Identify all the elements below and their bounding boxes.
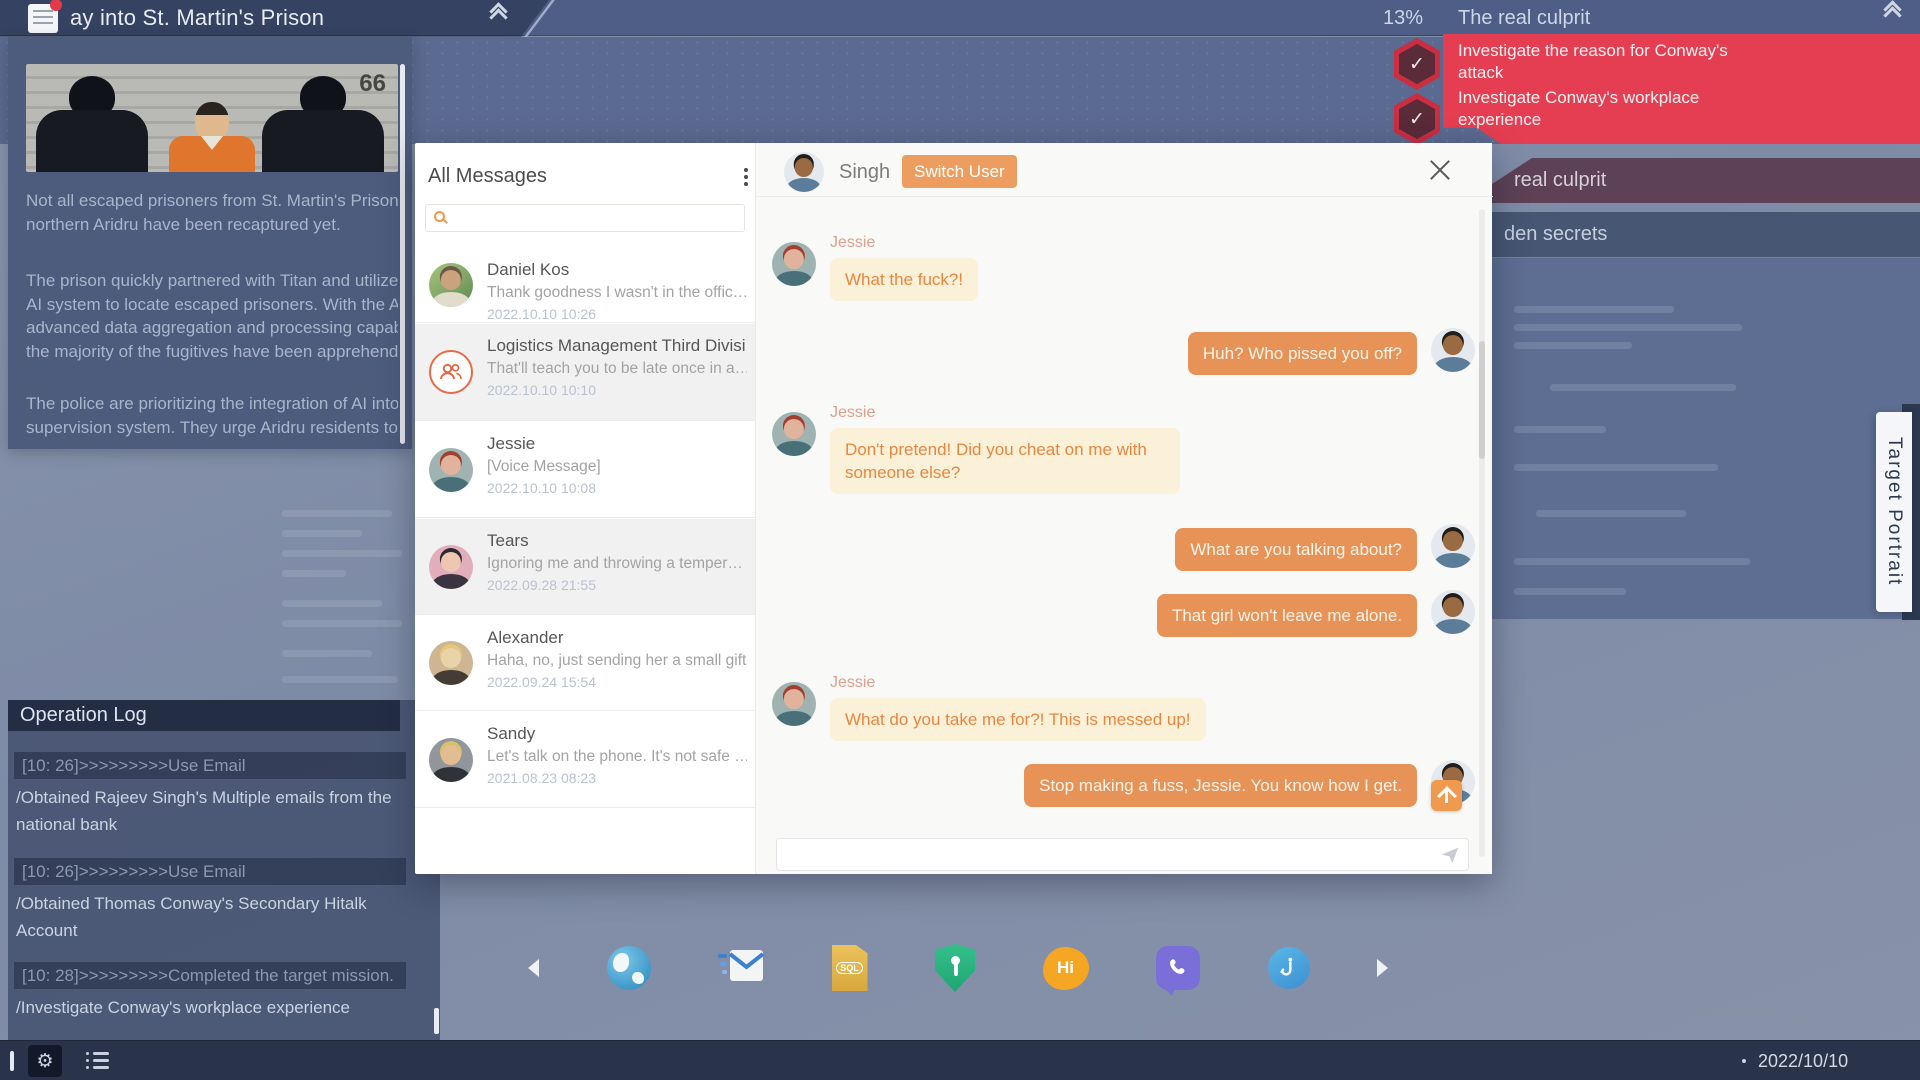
avatar-singh — [1431, 328, 1475, 372]
message-bubble: What the fuck?! — [830, 258, 978, 301]
conversation-row[interactable]: Daniel Kos Thank goodness I wasn't in th… — [415, 248, 755, 323]
avatar-jessie — [772, 242, 816, 286]
chat-message-incoming: Jessie Don't pretend! Did you cheat on m… — [772, 404, 1475, 494]
conversation-row[interactable]: Alexander Haha, no, just sending her a s… — [415, 616, 755, 711]
message-bubble: What do you take me for?! This is messed… — [830, 698, 1206, 741]
more-options-icon[interactable] — [740, 164, 752, 190]
security-app-icon[interactable] — [935, 944, 975, 992]
scroll-up-button[interactable] — [1431, 780, 1462, 811]
chat-pane: Singh Switch User Jessie What the fuck?!… — [755, 143, 1492, 874]
chat-peer-name: Singh — [839, 161, 890, 184]
news-article-image: 66 — [26, 64, 398, 172]
avatar-jessie — [772, 412, 816, 456]
message-bubble: What are you talking about? — [1175, 528, 1417, 571]
app-dock: SQL Hi — [528, 940, 1388, 996]
hitalk-app-icon[interactable]: Hi — [1043, 947, 1089, 990]
chat-message-outgoing: Stop making a fuss, Jessie. You know how… — [772, 764, 1475, 807]
chat-message-area: Jessie What the fuck?! Huh? Who pissed y… — [756, 196, 1493, 838]
task-item[interactable]: Investigate Conway's workplace experienc… — [1458, 87, 1758, 131]
search-input[interactable] — [454, 206, 734, 230]
height-chart-number: 66 — [359, 70, 386, 98]
dock-prev-icon[interactable] — [528, 959, 539, 977]
prisoner-figure — [169, 102, 255, 172]
case-row-real-culprit[interactable]: real culprit — [1492, 158, 1920, 203]
mail-app-icon[interactable] — [718, 949, 764, 988]
message-bubble: Stop making a fuss, Jessie. You know how… — [1024, 764, 1417, 807]
chat-input[interactable] — [787, 841, 1417, 868]
messages-list-title: All Messages — [428, 165, 547, 188]
collapse-news-icon[interactable] — [492, 12, 505, 24]
search-icon — [434, 211, 445, 222]
log-entry-time: [10: 28]>>>>>>>>>Completed the target mi… — [14, 962, 406, 989]
messenger-window: All Messages Daniel Kos Thank goodness I… — [415, 143, 1492, 874]
news-scrollbar[interactable] — [400, 64, 405, 444]
game-desktop: ay into St. Martin's Prison 13% The real… — [0, 0, 1920, 1080]
send-icon[interactable] — [1439, 844, 1461, 871]
avatar-sandy — [429, 738, 473, 782]
log-entry-detail: /Obtained Thomas Conway's Secondary Hita… — [16, 890, 404, 944]
sql-tool-app-icon[interactable]: SQL — [832, 945, 868, 991]
settings-gear-icon[interactable] — [28, 1045, 62, 1077]
chat-scrollbar-track[interactable] — [1479, 209, 1485, 857]
conversation-row[interactable]: Logistics Management Third Divisio… That… — [415, 324, 755, 421]
message-bubble: That girl won't leave me alone. — [1157, 594, 1417, 637]
operation-log-panel: Operation Log [10: 26]>>>>>>>>>Use Email… — [8, 700, 440, 1040]
avatar-group-icon — [429, 350, 473, 394]
switch-user-button[interactable]: Switch User — [902, 155, 1017, 188]
news-window: 66 Not all escaped prisoners from St. Ma… — [8, 37, 412, 449]
task-item[interactable]: Investigate the reason for Conway's atta… — [1458, 40, 1758, 84]
avatar-alexander — [429, 641, 473, 685]
background-code-panel — [1492, 257, 1920, 619]
avatar-tears — [429, 545, 473, 589]
message-bubble: Don't pretend! Did you cheat on me with … — [830, 428, 1180, 494]
news-paragraph: The police are prioritizing the integrat… — [26, 392, 398, 439]
log-entry-detail: /Obtained Rajeev Singh's Multiple emails… — [16, 784, 404, 838]
task-list-icon[interactable] — [86, 1052, 109, 1069]
browser-app-icon[interactable] — [607, 946, 651, 990]
case-progress-percent: 13% — [1383, 7, 1423, 30]
phone-app-icon[interactable] — [1156, 946, 1200, 990]
avatar-singh — [1431, 590, 1475, 634]
conversation-row[interactable]: Jessie [Voice Message] 2022.10.10 10:08 — [415, 422, 755, 518]
chat-message-outgoing: What are you talking about? — [772, 528, 1475, 571]
chat-message-incoming: Jessie What the fuck?! — [772, 234, 1475, 301]
message-bubble: Huh? Who pissed you off? — [1188, 332, 1417, 375]
target-portrait-tab[interactable]: Target Portrait — [1876, 412, 1912, 612]
news-window-title: ay into St. Martin's Prison — [70, 5, 324, 31]
search-box[interactable] — [425, 204, 745, 232]
log-scrollbar[interactable] — [434, 1008, 439, 1034]
chat-message-outgoing: Huh? Who pissed you off? — [772, 332, 1475, 375]
operation-log-title: Operation Log — [8, 700, 400, 731]
conversation-row[interactable]: Tears Ignoring me and throwing a temper…… — [415, 519, 755, 615]
taskbar: 2022/10/10 — [0, 1040, 1920, 1080]
avatar-jessie — [772, 682, 816, 726]
chat-message-outgoing: That girl won't leave me alone. — [772, 594, 1475, 637]
system-date: 2022/10/10 — [1758, 1051, 1848, 1072]
case-title: The real culprit — [1458, 7, 1590, 30]
avatar-jessie — [429, 448, 473, 492]
phishing-tool-app-icon[interactable] — [1268, 947, 1310, 989]
log-entry-detail: /Investigate Conway's workplace experien… — [16, 994, 404, 1021]
avatar-singh — [784, 152, 824, 192]
collapse-tasks-icon[interactable] — [1886, 10, 1899, 22]
chat-message-incoming: Jessie What do you take me for?! This is… — [772, 674, 1475, 741]
close-icon[interactable] — [1424, 155, 1456, 187]
conversation-row[interactable]: Sandy Let's talk on the phone. It's not … — [415, 712, 755, 808]
news-paragraph: The prison quickly partnered with Titan … — [26, 269, 398, 363]
case-row-hidden-secrets[interactable]: den secrets — [1492, 212, 1920, 257]
log-entry-time: [10: 26]>>>>>>>>>Use Email — [14, 752, 406, 779]
power-indicator-icon — [10, 1051, 14, 1071]
officer-figure — [36, 76, 148, 172]
date-dot-icon — [1742, 1059, 1746, 1063]
news-paragraph: Not all escaped prisoners from St. Marti… — [26, 189, 398, 236]
task-panel: Investigate the reason for Conway's atta… — [1443, 34, 1920, 144]
log-entry-time: [10: 26]>>>>>>>>>Use Email — [14, 858, 406, 885]
background-code-fragment — [282, 500, 414, 700]
chat-input-box[interactable] — [776, 838, 1469, 871]
avatar-daniel-kos — [429, 263, 473, 307]
chat-scrollbar-thumb[interactable] — [1479, 341, 1485, 459]
avatar-singh — [1431, 524, 1475, 568]
dock-next-icon[interactable] — [1377, 959, 1388, 977]
